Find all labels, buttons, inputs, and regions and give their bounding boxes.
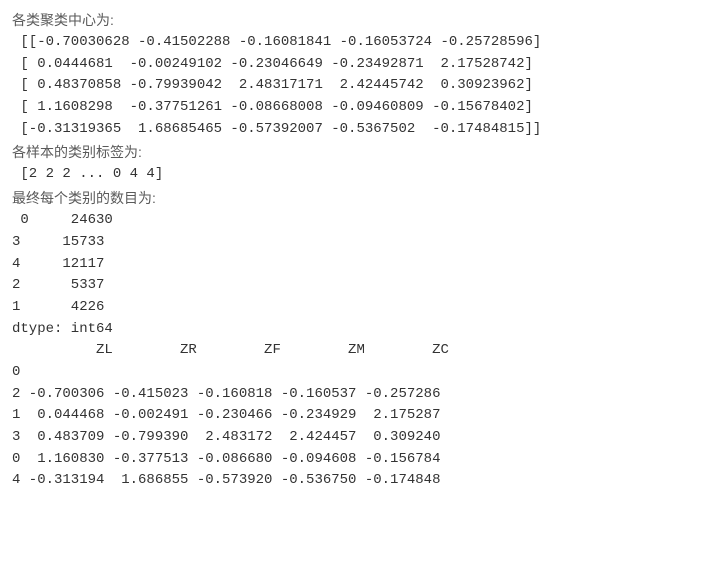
sample-labels-line: [2 2 2 ... 0 4 4] [12,164,692,186]
cluster-centers-label: 各类聚类中心为: [12,10,692,30]
sample-labels-label: 各样本的类别标签为: [12,142,692,162]
counts-block: 0 24630 3 15733 4 12117 2 5337 1 4226 dt… [12,210,692,340]
cluster-centers-block: [[-0.70030628 -0.41502288 -0.16081841 -0… [12,32,692,140]
final-counts-label: 最终每个类别的数目为: [12,188,692,208]
summary-table-block: ZL ZR ZF ZM ZC 0 2 -0.700306 -0.415023 -… [12,340,692,492]
